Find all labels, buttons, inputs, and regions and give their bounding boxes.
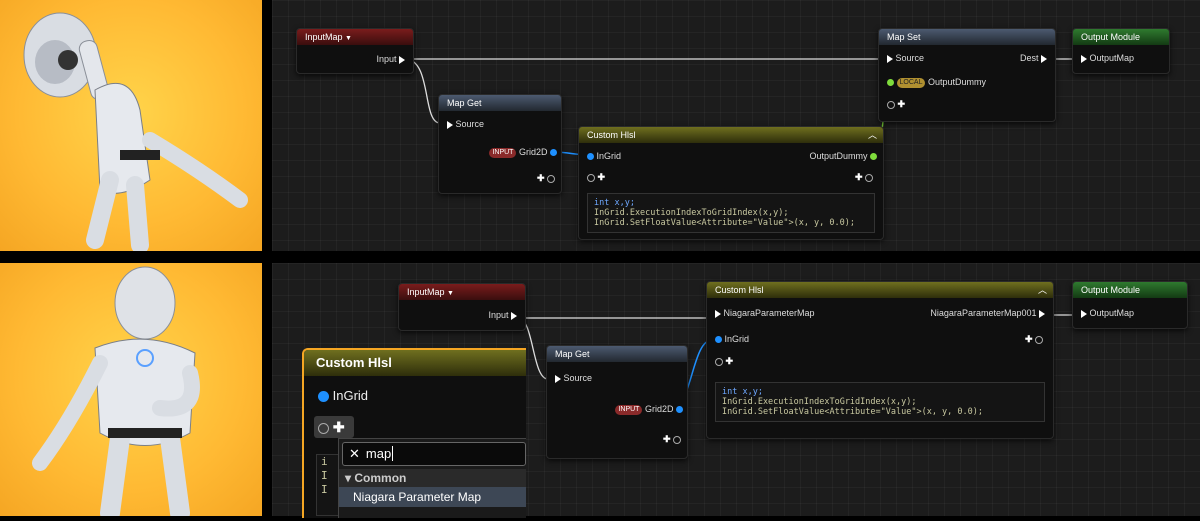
plus-icon[interactable]: ✚: [726, 356, 734, 366]
ring-pin-icon: [587, 173, 595, 182]
node-title: Output Module: [1073, 29, 1169, 45]
ring-pin-icon: [865, 173, 873, 182]
pin-input[interactable]: Input: [376, 54, 405, 64]
node-output-module[interactable]: Output Module OutputMap: [1072, 281, 1188, 329]
node-input-map[interactable]: InputMap ▼ Input: [296, 28, 414, 74]
ring-pin-icon: [673, 435, 681, 444]
grid-pin-icon[interactable]: [587, 153, 594, 161]
pin-dest[interactable]: Dest: [1020, 53, 1047, 63]
node-title: Custom Hlsl ︿: [707, 282, 1053, 298]
node-map-get[interactable]: Map Get Source INPUT Grid2D ✚: [438, 94, 562, 194]
robot-figure-approving: [32, 266, 200, 521]
pin-output-map[interactable]: OutputMap: [1081, 53, 1134, 63]
pin-ingrid[interactable]: InGrid: [715, 334, 749, 344]
plus-icon[interactable]: ✚: [333, 419, 345, 435]
add-pin-row[interactable]: ✚: [887, 99, 905, 110]
pin-local-output-dummy[interactable]: LOCAL OutputDummy: [887, 77, 986, 88]
node-map-get[interactable]: Map Get Source INPUT Grid2D ✚: [546, 345, 688, 459]
node-title: Custom Hlsl ︿: [579, 127, 883, 143]
exec-pin-icon[interactable]: [715, 309, 721, 318]
plus-icon[interactable]: ✚: [537, 173, 545, 183]
pin-niagara-param-map[interactable]: NiagaraParameterMap: [715, 308, 815, 318]
node-title: Map Set: [879, 29, 1055, 45]
node-graph-top[interactable]: InputMap ▼ Input Map Get Source INPUT Gr…: [272, 0, 1200, 251]
dropdown-search-box[interactable]: ✕ map: [342, 442, 526, 466]
ring-pin-icon: [547, 174, 555, 183]
exec-pin-icon[interactable]: [447, 120, 453, 129]
robot-figure-rejecting: [23, 12, 248, 254]
zoom-title: Custom Hlsl: [304, 350, 526, 376]
plus-icon[interactable]: ✚: [598, 172, 606, 182]
pin-ingrid[interactable]: InGrid: [587, 151, 621, 161]
collapse-triangle-icon[interactable]: ▾: [345, 471, 351, 485]
pin-grid2d[interactable]: INPUT Grid2D: [489, 147, 557, 158]
pin-source[interactable]: Source: [887, 53, 924, 63]
add-pin-row[interactable]: ✚: [663, 434, 681, 445]
plus-icon[interactable]: ✚: [898, 99, 906, 109]
green-pin-icon[interactable]: [887, 79, 894, 87]
node-title: Map Get: [439, 95, 561, 111]
node-map-set[interactable]: Map Set Source Dest LOCAL OutputDummy ✚: [878, 28, 1056, 122]
dropdown-item-niagara-parameter-map[interactable]: Niagara Parameter Map: [339, 487, 526, 507]
plus-icon[interactable]: ✚: [663, 434, 671, 444]
ring-pin-icon: [715, 357, 723, 366]
exec-pin-icon[interactable]: [1081, 54, 1087, 63]
zoom-inset: Custom Hlsl InGrid ✚ i I I ✕ map ▾ Common…: [302, 348, 526, 518]
hlsl-code-box[interactable]: int x,y; InGrid.ExecutionIndexToGridInde…: [587, 193, 875, 233]
node-custom-hlsl[interactable]: Custom Hlsl ︿ NiagaraParameterMap Niagara…: [706, 281, 1054, 439]
green-pin-icon[interactable]: [870, 153, 877, 161]
panel-divider-horizontal: [0, 251, 1200, 263]
grid-pin-icon[interactable]: [318, 391, 329, 403]
add-output-row[interactable]: ✚: [855, 172, 873, 183]
add-pin-row[interactable]: ✚: [537, 173, 555, 184]
hlsl-code-box[interactable]: int x,y; InGrid.ExecutionIndexToGridInde…: [715, 382, 1045, 422]
pin-input[interactable]: Input: [488, 310, 517, 320]
exec-pin-icon[interactable]: [1039, 309, 1045, 318]
exec-pin-icon[interactable]: [1081, 309, 1087, 318]
plus-icon[interactable]: ✚: [855, 172, 863, 182]
pin-grid2d[interactable]: INPUT Grid2D: [615, 404, 683, 415]
meme-panel-bottom: [0, 263, 262, 521]
node-custom-hlsl[interactable]: Custom Hlsl ︿ InGrid OutputDummy ✚ ✚ int …: [578, 126, 884, 240]
pin-output-map[interactable]: OutputMap: [1081, 308, 1134, 318]
exec-pin-icon[interactable]: [399, 55, 405, 64]
node-input-map[interactable]: InputMap ▼ Input: [398, 283, 526, 331]
zoom-add-pin-button[interactable]: ✚: [314, 416, 354, 438]
grid-pin-icon[interactable]: [550, 149, 557, 157]
dropdown-category-common[interactable]: ▾ Common: [339, 469, 526, 487]
add-input-row[interactable]: ✚: [587, 172, 605, 183]
grid-pin-icon[interactable]: [715, 336, 722, 344]
pin-output-dummy[interactable]: OutputDummy: [809, 151, 877, 161]
node-title: InputMap ▼: [399, 284, 525, 300]
pin-niagara-param-map-out[interactable]: NiagaraParameterMap001: [930, 308, 1045, 318]
add-pin-dropdown[interactable]: ✕ map ▾ Common Niagara Parameter Map: [338, 438, 526, 518]
ring-pin-icon: [318, 422, 329, 434]
ring-pin-icon: [1035, 335, 1043, 344]
zoom-pin-ingrid[interactable]: InGrid: [318, 388, 368, 403]
node-title: Map Get: [547, 346, 687, 362]
add-input-row[interactable]: ✚: [715, 356, 733, 367]
pin-source[interactable]: Source: [555, 373, 592, 383]
exec-pin-icon[interactable]: [511, 311, 517, 320]
node-output-module[interactable]: Output Module OutputMap: [1072, 28, 1170, 74]
clear-search-icon[interactable]: ✕: [349, 446, 360, 461]
node-title: Output Module: [1073, 282, 1187, 298]
exec-pin-icon[interactable]: [555, 374, 561, 383]
grid-pin-icon[interactable]: [676, 406, 683, 414]
exec-pin-icon[interactable]: [887, 54, 893, 63]
pin-source[interactable]: Source: [447, 119, 484, 129]
add-output-row[interactable]: ✚: [1025, 334, 1043, 345]
plus-icon[interactable]: ✚: [1025, 334, 1033, 344]
exec-pin-icon[interactable]: [1041, 54, 1047, 63]
meme-panel-top: [0, 0, 262, 254]
ring-pin-icon: [887, 100, 895, 109]
node-graph-bottom[interactable]: InputMap ▼ Input Map Get Source INPUT Gr…: [272, 263, 1200, 518]
node-title: InputMap ▼: [297, 29, 413, 45]
